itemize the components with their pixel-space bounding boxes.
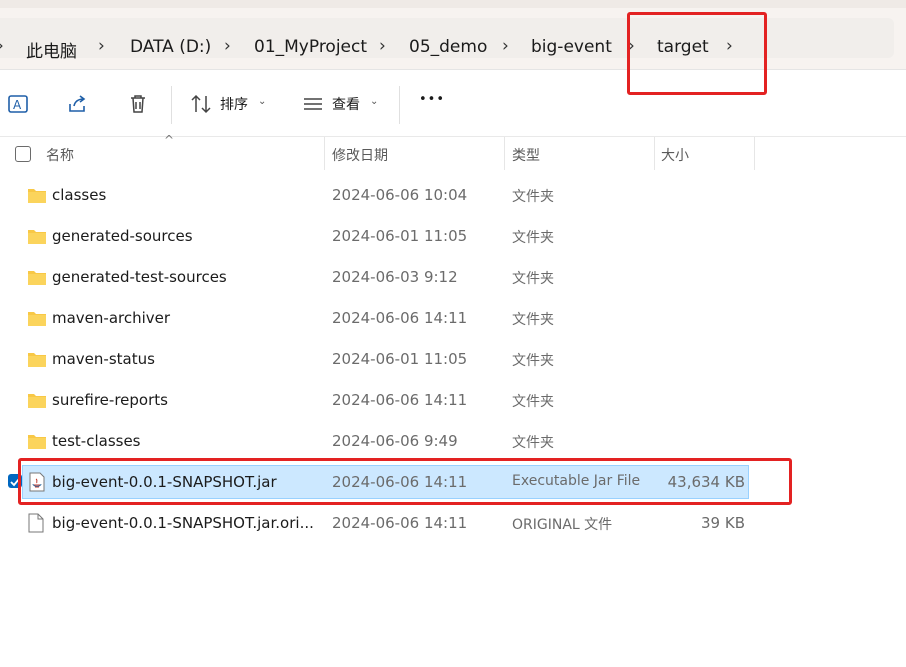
file-date: 2024-06-06 14:11 xyxy=(332,514,468,532)
file-name: generated-test-sources xyxy=(52,268,227,286)
folder-icon xyxy=(28,271,46,285)
chevron-right-icon[interactable]: › xyxy=(379,36,386,56)
chevron-right-icon: › xyxy=(0,36,4,56)
delete-icon[interactable] xyxy=(126,92,150,116)
list-item[interactable]: big-event-0.0.1-SNAPSHOT.jar.ori... 2024… xyxy=(0,504,906,544)
command-bar: A 排序 ⌄ 查看 ⌄ ••• xyxy=(0,70,906,137)
folder-icon xyxy=(28,435,46,449)
file-date: 2024-06-06 9:49 xyxy=(332,432,458,450)
file-date: 2024-06-01 11:05 xyxy=(332,227,468,245)
file-type: 文件夹 xyxy=(512,312,554,328)
file-date: 2024-06-06 10:04 xyxy=(332,186,468,204)
breadcrumb-item-drive[interactable]: DATA (D:) xyxy=(130,37,211,57)
file-name: generated-sources xyxy=(52,227,193,245)
toolbar-divider xyxy=(171,86,172,124)
list-item[interactable]: generated-test-sources 2024-06-03 9:12 文… xyxy=(0,258,906,298)
file-type: 文件夹 xyxy=(512,189,554,205)
column-divider[interactable] xyxy=(324,137,325,170)
list-item[interactable]: maven-archiver 2024-06-06 14:11 文件夹 xyxy=(0,299,906,339)
column-divider[interactable] xyxy=(754,137,755,170)
file-name: maven-status xyxy=(52,350,155,368)
sort-ascending-icon: ^ xyxy=(164,133,175,147)
svg-text:A: A xyxy=(13,98,22,112)
sort-button[interactable]: 排序 xyxy=(220,94,248,114)
column-divider[interactable] xyxy=(504,137,505,170)
view-button[interactable]: 查看 xyxy=(332,94,360,114)
more-options-button[interactable]: ••• xyxy=(419,92,445,107)
list-item[interactable]: classes 2024-06-06 10:04 文件夹 xyxy=(0,176,906,216)
list-item[interactable]: maven-status 2024-06-01 11:05 文件夹 xyxy=(0,340,906,380)
breadcrumb-item-demo[interactable]: 05_demo xyxy=(409,37,487,57)
column-size[interactable]: 大小 xyxy=(661,145,689,165)
view-icon[interactable] xyxy=(301,92,325,116)
column-name[interactable]: 名称 xyxy=(46,145,74,165)
breadcrumb-item-this-pc[interactable]: 此电脑 xyxy=(26,37,77,62)
file-icon xyxy=(28,513,44,533)
chevron-right-icon[interactable]: › xyxy=(502,36,509,56)
select-all-checkbox[interactable] xyxy=(15,146,31,162)
chevron-down-icon: ⌄ xyxy=(370,96,379,107)
file-name: classes xyxy=(52,186,107,204)
file-type: 文件夹 xyxy=(512,435,554,451)
list-item[interactable]: surefire-reports 2024-06-06 14:11 文件夹 xyxy=(0,381,906,421)
file-type: 文件夹 xyxy=(512,394,554,410)
chevron-down-icon: ⌄ xyxy=(258,96,267,107)
chevron-right-icon[interactable]: › xyxy=(224,36,231,56)
breadcrumb-item-big-event[interactable]: big-event xyxy=(531,37,612,57)
file-type: 文件夹 xyxy=(512,230,554,246)
sort-icon[interactable] xyxy=(189,92,213,116)
file-type: 文件夹 xyxy=(512,271,554,287)
file-name: surefire-reports xyxy=(52,391,168,409)
column-divider[interactable] xyxy=(654,137,655,170)
column-date[interactable]: 修改日期 xyxy=(332,145,388,165)
annotation-highlight-jar xyxy=(18,458,792,505)
rename-icon[interactable]: A xyxy=(6,92,30,116)
title-strip xyxy=(0,0,906,8)
address-bar: › 此电脑 › DATA (D:) › 01_MyProject › 05_de… xyxy=(0,8,906,70)
file-name: maven-archiver xyxy=(52,309,171,327)
file-name: big-event-0.0.1-SNAPSHOT.jar.ori... xyxy=(52,514,314,532)
folder-icon xyxy=(28,230,46,244)
folder-icon xyxy=(28,189,46,203)
file-type: 文件夹 xyxy=(512,353,554,369)
share-icon[interactable] xyxy=(66,92,90,116)
breadcrumb-item-project[interactable]: 01_MyProject xyxy=(254,37,367,57)
file-date: 2024-06-06 14:11 xyxy=(332,391,468,409)
folder-icon xyxy=(28,312,46,326)
file-type: ORIGINAL 文件 xyxy=(512,517,613,533)
list-item[interactable]: generated-sources 2024-06-01 11:05 文件夹 xyxy=(0,217,906,257)
chevron-right-icon[interactable]: › xyxy=(98,36,105,56)
file-date: 2024-06-06 14:11 xyxy=(332,309,468,327)
toolbar-divider xyxy=(399,86,400,124)
folder-icon xyxy=(28,353,46,367)
file-size: 39 KB xyxy=(701,514,745,532)
column-type[interactable]: 类型 xyxy=(512,145,540,165)
file-date: 2024-06-01 11:05 xyxy=(332,350,468,368)
list-item[interactable]: test-classes 2024-06-06 9:49 文件夹 xyxy=(0,422,906,462)
column-header: ^ 名称 修改日期 类型 大小 xyxy=(0,133,906,171)
file-date: 2024-06-03 9:12 xyxy=(332,268,458,286)
folder-icon xyxy=(28,394,46,408)
file-name: test-classes xyxy=(52,432,141,450)
